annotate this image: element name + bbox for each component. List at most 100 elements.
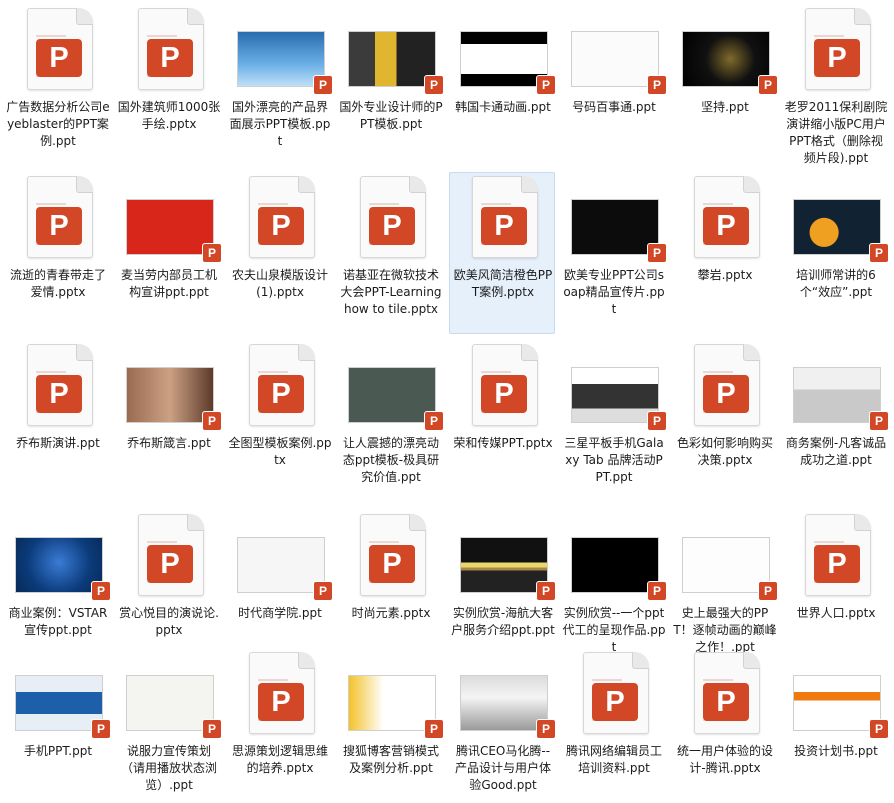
- powerpoint-badge-icon: P: [869, 243, 889, 263]
- powerpoint-file-icon: P: [5, 5, 111, 93]
- file-item[interactable]: P 统一用户体验的设计-腾讯.pptx: [671, 648, 777, 798]
- powerpoint-badge-icon: P: [36, 375, 82, 413]
- file-item[interactable]: P 商业案例：VSTAR宣传ppt.ppt: [4, 510, 111, 642]
- file-item[interactable]: P 培训师常讲的6个“效应”.ppt: [782, 172, 889, 334]
- powerpoint-file-icon: P: [5, 173, 111, 261]
- slide-thumbnail: P: [450, 5, 556, 95]
- file-name-label: 统一用户体验的设计-腾讯.pptx: [676, 744, 773, 775]
- file-item[interactable]: P 乔布斯箴言.ppt: [115, 340, 222, 502]
- file-item[interactable]: P 乔布斯演讲.ppt: [4, 340, 110, 502]
- file-item[interactable]: P 让人震撼的漂亮动态ppt模板-极具研究价值.ppt: [337, 340, 444, 502]
- file-item[interactable]: P 时尚元素.pptx: [337, 510, 443, 642]
- file-name-label: 色彩如何影响购买决策.pptx: [676, 436, 773, 467]
- file-item[interactable]: P 号码百事通.ppt: [560, 4, 667, 166]
- file-item[interactable]: P 国外专业设计师的PPT模板.ppt: [337, 4, 444, 166]
- powerpoint-file-icon: P: [672, 341, 778, 429]
- powerpoint-badge-icon: P: [258, 683, 304, 721]
- file-item[interactable]: P 史上最强大的PPT！逐帧动画的巅峰之作！.ppt: [671, 510, 778, 654]
- powerpoint-badge-icon: P: [91, 719, 111, 739]
- slide-preview-image: [348, 367, 436, 423]
- file-item[interactable]: P 广告数据分析公司eyeblaster的PPT案例.ppt: [4, 4, 110, 166]
- file-item[interactable]: P 投资计划书.ppt: [782, 648, 889, 798]
- file-item[interactable]: P 欧美风简洁橙色PPT案例.pptx: [449, 172, 555, 334]
- file-name-label: 说服力宣传策划（请用播放状态浏览）.ppt: [120, 744, 217, 792]
- slide-thumbnail: P: [783, 649, 889, 739]
- powerpoint-badge-icon: P: [703, 375, 749, 413]
- powerpoint-file-icon: P: [450, 341, 556, 429]
- file-name-label: 坚持.ppt: [701, 100, 749, 114]
- file-item[interactable]: P 腾讯网络编辑员工培训资料.ppt: [560, 648, 666, 798]
- file-item[interactable]: P 手机PPT.ppt: [4, 648, 111, 798]
- file-item[interactable]: P 欧美专业PPT公司soap精品宣传片.ppt: [560, 172, 667, 334]
- powerpoint-badge-icon: P: [147, 545, 193, 583]
- powerpoint-badge-icon: P: [258, 375, 304, 413]
- file-item[interactable]: P 流逝的青春带走了爱情.pptx: [4, 172, 110, 334]
- powerpoint-badge-icon: P: [647, 411, 667, 431]
- file-item[interactable]: P 农夫山泉模版设计(1).pptx: [226, 172, 332, 334]
- file-item[interactable]: P 全图型模板案例.pptx: [226, 340, 332, 502]
- powerpoint-badge-icon: P: [91, 581, 111, 601]
- file-name-label: 欧美专业PPT公司soap精品宣传片.ppt: [563, 268, 665, 316]
- powerpoint-badge-icon: P: [758, 581, 778, 601]
- file-item[interactable]: P 三星平板手机Galaxy Tab 品牌活动PPT.ppt: [560, 340, 667, 502]
- file-item[interactable]: P 国外漂亮的产品界面展示PPT模板.ppt: [226, 4, 333, 166]
- powerpoint-badge-icon: P: [869, 411, 889, 431]
- slide-thumbnail: P: [5, 511, 111, 601]
- file-item[interactable]: P 韩国卡通动画.ppt: [449, 4, 556, 166]
- document-page-icon: P: [249, 344, 315, 426]
- slide-thumbnail: P: [561, 5, 667, 95]
- slide-thumbnail: P: [783, 341, 889, 431]
- powerpoint-file-icon: P: [5, 341, 111, 429]
- powerpoint-badge-icon: P: [758, 75, 778, 95]
- document-page-icon: P: [583, 652, 649, 734]
- powerpoint-file-icon: P: [450, 173, 556, 261]
- file-item[interactable]: P 麦当劳内部员工机构宣讲ppt.ppt: [115, 172, 222, 334]
- slide-thumbnail: P: [561, 173, 667, 263]
- file-item[interactable]: P 诺基亚在微软技术大会PPT-Learning how to tile.pptx: [337, 172, 443, 334]
- slide-preview-image: [460, 31, 548, 87]
- file-name-label: 实例欣赏-海航大客户服务介绍ppt.ppt: [451, 606, 555, 637]
- file-item[interactable]: P 实例欣赏-海航大客户服务介绍ppt.ppt: [449, 510, 556, 642]
- file-item[interactable]: P 世界人口.pptx: [782, 510, 888, 642]
- slide-preview-image: [348, 675, 436, 731]
- file-item[interactable]: P 老罗2011保利剧院演讲缩小版PC用户PPT格式（删除视频片段).ppt: [782, 4, 888, 166]
- powerpoint-badge-icon: P: [313, 75, 333, 95]
- slide-preview-image: [15, 675, 103, 731]
- file-name-label: 乔布斯箴言.ppt: [127, 436, 211, 450]
- document-page-icon: P: [360, 176, 426, 258]
- document-page-icon: P: [694, 344, 760, 426]
- file-item[interactable]: P 说服力宣传策划（请用播放状态浏览）.ppt: [115, 648, 222, 798]
- file-item[interactable]: P 时代商学院.ppt: [226, 510, 333, 642]
- document-page-icon: P: [472, 344, 538, 426]
- powerpoint-file-icon: P: [116, 511, 222, 599]
- file-name-label: 国外建筑师1000张手绘.pptx: [117, 100, 221, 131]
- powerpoint-badge-icon: P: [202, 411, 222, 431]
- file-item[interactable]: P 商务案例-凡客诚品成功之道.ppt: [782, 340, 889, 502]
- powerpoint-badge-icon: P: [647, 75, 667, 95]
- file-item[interactable]: P 实例欣赏--一个ppt代工的呈现作品.ppt: [560, 510, 667, 654]
- file-item[interactable]: P 腾讯CEO马化腾--产品设计与用户体验Good.ppt: [449, 648, 556, 798]
- powerpoint-badge-icon: P: [36, 39, 82, 77]
- file-item[interactable]: P 攀岩.pptx: [671, 172, 777, 334]
- file-item[interactable]: P 思源策划逻辑思维的培养.pptx: [226, 648, 332, 798]
- document-page-icon: P: [27, 344, 93, 426]
- file-name-label: 腾讯CEO马化腾--产品设计与用户体验Good.ppt: [454, 744, 551, 792]
- file-name-label: 时尚元素.pptx: [351, 606, 431, 620]
- file-name-label: 号码百事通.ppt: [572, 100, 656, 114]
- slide-thumbnail: P: [783, 173, 889, 263]
- file-item[interactable]: P 国外建筑师1000张手绘.pptx: [115, 4, 221, 166]
- document-page-icon: P: [27, 176, 93, 258]
- file-item[interactable]: P 色彩如何影响购买决策.pptx: [671, 340, 777, 502]
- document-page-icon: P: [694, 176, 760, 258]
- file-item[interactable]: P 坚持.ppt: [671, 4, 778, 166]
- file-item[interactable]: P 荣和传媒PPT.pptx: [449, 340, 555, 502]
- powerpoint-file-icon: P: [338, 511, 444, 599]
- file-item[interactable]: P 赏心悦目的演说论.pptx: [115, 510, 221, 642]
- file-name-label: 商业案例：VSTAR宣传ppt.ppt: [8, 606, 108, 637]
- file-item[interactable]: P 搜狐博客营销模式及案例分析.ppt: [337, 648, 444, 798]
- file-name-label: 老罗2011保利剧院演讲缩小版PC用户PPT格式（删除视频片段).ppt: [784, 100, 888, 165]
- slide-preview-image: [15, 537, 103, 593]
- file-name-label: 韩国卡通动画.ppt: [455, 100, 551, 114]
- powerpoint-badge-icon: P: [369, 545, 415, 583]
- file-name-label: 广告数据分析公司eyeblaster的PPT案例.ppt: [6, 100, 110, 148]
